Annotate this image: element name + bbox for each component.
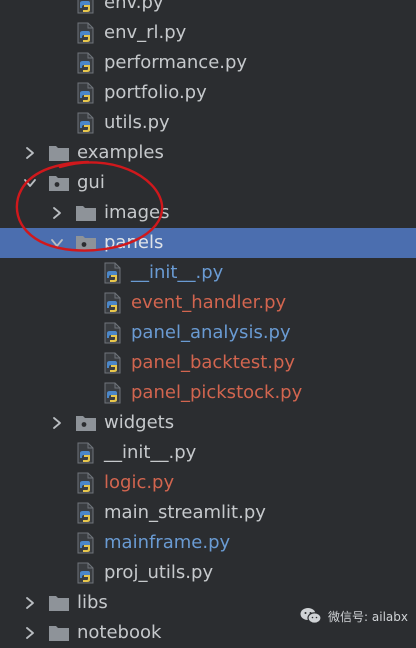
file-row[interactable]: __init__.py: [0, 258, 416, 288]
file-row[interactable]: performance.py: [0, 48, 416, 78]
folder-icon: [48, 592, 70, 614]
package-folder-icon: [75, 412, 97, 434]
tree-item-label: images: [104, 202, 170, 223]
folder-row[interactable]: gui: [0, 168, 416, 198]
project-tree: env.py env_rl.py performance.py portfolio.p…: [0, 0, 416, 643]
chevron-right-icon[interactable]: [22, 595, 38, 611]
python-file-icon: [75, 442, 97, 464]
python-file-icon: [75, 0, 97, 14]
watermark-text: 微信号: ailabx: [328, 609, 408, 624]
wechat-icon: [300, 608, 322, 624]
tree-item-label: notebook: [77, 622, 162, 643]
tree-item-label: env_rl.py: [104, 22, 187, 43]
file-row[interactable]: proj_utils.py: [0, 558, 416, 588]
python-file-icon: [102, 262, 124, 284]
python-file-icon: [75, 22, 97, 44]
python-file-icon: [75, 112, 97, 134]
tree-item-label: __init__.py: [104, 442, 197, 463]
file-row[interactable]: panel_pickstock.py: [0, 378, 416, 408]
chevron-right-icon[interactable]: [22, 145, 38, 161]
tree-item-label: panels: [104, 232, 164, 253]
tree-item-label: panel_analysis.py: [131, 322, 291, 343]
folder-row[interactable]: images: [0, 198, 416, 228]
folder-row[interactable]: widgets: [0, 408, 416, 438]
python-file-icon: [75, 52, 97, 74]
chevron-right-icon[interactable]: [22, 625, 38, 641]
file-row[interactable]: mainframe.py: [0, 528, 416, 558]
file-row[interactable]: env_rl.py: [0, 18, 416, 48]
tree-item-label: performance.py: [104, 52, 248, 73]
package-folder-icon: [75, 232, 97, 254]
python-file-icon: [102, 292, 124, 314]
tree-item-label: utils.py: [104, 112, 170, 133]
folder-icon: [48, 622, 70, 644]
file-row[interactable]: main_streamlit.py: [0, 498, 416, 528]
python-file-icon: [75, 502, 97, 524]
tree-item-label: libs: [77, 592, 108, 613]
file-row[interactable]: panel_backtest.py: [0, 348, 416, 378]
tree-item-label: mainframe.py: [104, 532, 231, 553]
watermark: 微信号: ailabx: [300, 605, 408, 627]
tree-item-label: env.py: [104, 0, 164, 13]
file-row[interactable]: logic.py: [0, 468, 416, 498]
python-file-icon: [75, 472, 97, 494]
tree-item-label: proj_utils.py: [104, 562, 214, 583]
python-file-icon: [75, 562, 97, 584]
tree-item-label: main_streamlit.py: [104, 502, 266, 523]
file-row[interactable]: event_handler.py: [0, 288, 416, 318]
package-folder-icon: [48, 172, 70, 194]
tree-item-label: logic.py: [104, 472, 175, 493]
tree-item-label: panel_pickstock.py: [131, 382, 303, 403]
folder-icon: [48, 142, 70, 164]
folder-icon: [75, 202, 97, 224]
python-file-icon: [75, 532, 97, 554]
folder-row[interactable]: panels: [0, 228, 416, 258]
file-row[interactable]: utils.py: [0, 108, 416, 138]
python-file-icon: [102, 352, 124, 374]
tree-item-label: widgets: [104, 412, 175, 433]
chevron-down-icon[interactable]: [22, 175, 38, 191]
folder-row[interactable]: examples: [0, 138, 416, 168]
python-file-icon: [75, 82, 97, 104]
tree-item-label: portfolio.py: [104, 82, 207, 103]
file-row[interactable]: env.py: [0, 0, 416, 18]
python-file-icon: [102, 322, 124, 344]
tree-item-label: gui: [77, 172, 105, 193]
file-row[interactable]: panel_analysis.py: [0, 318, 416, 348]
tree-item-label: event_handler.py: [131, 292, 287, 313]
file-row[interactable]: __init__.py: [0, 438, 416, 468]
tree-item-label: __init__.py: [131, 262, 224, 283]
file-row[interactable]: portfolio.py: [0, 78, 416, 108]
chevron-right-icon[interactable]: [49, 205, 65, 221]
chevron-right-icon[interactable]: [49, 415, 65, 431]
tree-item-label: panel_backtest.py: [131, 352, 296, 373]
tree-item-label: examples: [77, 142, 164, 163]
python-file-icon: [102, 382, 124, 404]
chevron-down-icon[interactable]: [49, 235, 65, 251]
